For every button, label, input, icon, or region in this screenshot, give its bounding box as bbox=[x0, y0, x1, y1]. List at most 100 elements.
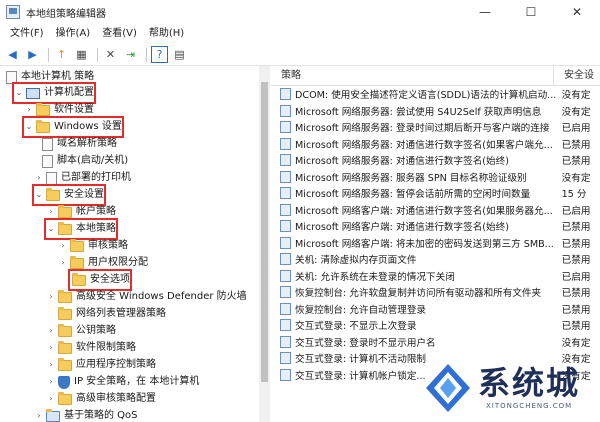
policy-icon bbox=[280, 368, 291, 381]
chevron-right-icon[interactable]: › bbox=[34, 407, 44, 422]
tree-item-security-settings[interactable]: ⌄ 安全设置 bbox=[32, 184, 106, 206]
printer-icon bbox=[46, 171, 57, 185]
export-icon[interactable]: ⇥ bbox=[122, 46, 139, 63]
folder-icon bbox=[58, 357, 72, 371]
chevron-right-icon[interactable]: › bbox=[58, 254, 68, 272]
help-icon[interactable]: ? bbox=[151, 46, 168, 63]
tree-item-windows-settings[interactable]: ⌄ Windows 设置 bbox=[22, 116, 124, 138]
chevron-right-icon[interactable]: › bbox=[46, 322, 56, 340]
chevron-right-icon[interactable]: › bbox=[24, 101, 34, 119]
policy-name: Microsoft 网络服务器: 服务器 SPN 目标名称验证级别 bbox=[295, 172, 527, 184]
tree-item-account-policy[interactable]: › 帐户策略 bbox=[46, 203, 116, 221]
policy-row[interactable]: Microsoft 网络客户端: 对通信进行数字签名(如果服务器允... 已启用 bbox=[271, 202, 600, 219]
tree-item-advanced-audit[interactable]: › 高级审核策略配置 bbox=[46, 390, 156, 408]
policy-row[interactable]: 恢复控制台: 允许自动管理登录 已禁用 bbox=[271, 301, 600, 318]
folder-icon bbox=[58, 204, 72, 218]
menu-help[interactable]: 帮助(H) bbox=[143, 24, 190, 44]
tree-item-ip-security[interactable]: › IP 安全策略，在 本地计算机 bbox=[46, 373, 199, 391]
tree-item-printers[interactable]: › 已部署的打印机 bbox=[34, 169, 131, 187]
folder-icon bbox=[46, 187, 60, 201]
tree-item-network-list[interactable]: 网络列表管理器策略 bbox=[46, 305, 166, 323]
chevron-right-icon[interactable]: › bbox=[46, 373, 56, 391]
tree-item-label: 高级安全 Windows Defender 防火墙 bbox=[76, 291, 247, 302]
policy-row[interactable]: Microsoft 网络客户端: 将未加密的密码发送到第三方 SMB... 已禁用 bbox=[271, 235, 600, 252]
chevron-right-icon[interactable]: › bbox=[46, 356, 56, 374]
tree-item-qos[interactable]: › 基于策略的 QoS bbox=[34, 407, 138, 422]
folder-icon bbox=[58, 340, 72, 354]
tree-item-dns-policy[interactable]: 域名解析策略 bbox=[40, 135, 117, 153]
policy-row[interactable]: Microsoft 网络服务器: 对通信进行数字签名(如果客户端允... 已禁用 bbox=[271, 136, 600, 153]
tree-item-user-rights[interactable]: › 用户权限分配 bbox=[58, 254, 148, 272]
policy-row[interactable]: Microsoft 网络客户端: 对通信进行数字签名(始终) 已禁用 bbox=[271, 218, 600, 235]
up-folder-icon[interactable]: ↑ bbox=[53, 46, 70, 63]
menu-action[interactable]: 操作(A) bbox=[50, 24, 97, 44]
toolbar-separator bbox=[146, 47, 147, 62]
chevron-down-icon[interactable]: ⌄ bbox=[24, 118, 34, 136]
delete-icon[interactable]: ✕ bbox=[102, 46, 119, 63]
tree-item-software-settings[interactable]: › 软件设置 bbox=[24, 101, 94, 119]
menu-bar: 文件(F) 操作(A) 查看(V) 帮助(H) bbox=[0, 24, 600, 44]
policy-row[interactable]: 关机: 清除虚拟内存页面文件 已禁用 bbox=[271, 251, 600, 268]
policy-row[interactable]: Microsoft 网络服务器: 暂停会话前所需的空闲时间数量 15 分 bbox=[271, 185, 600, 202]
chevron-right-icon[interactable]: › bbox=[34, 169, 44, 187]
close-button[interactable]: ✕ bbox=[554, 0, 600, 24]
forward-arrow-icon[interactable]: ▶ bbox=[24, 46, 41, 63]
column-setting[interactable]: 安全设 bbox=[554, 66, 600, 85]
computer-icon bbox=[26, 87, 40, 99]
tree-item-label: 基于策略的 QoS bbox=[64, 410, 138, 421]
maximize-button[interactable]: ☐ bbox=[508, 0, 554, 24]
tree-item-firewall[interactable]: › 高级安全 Windows Defender 防火墙 bbox=[46, 288, 247, 306]
chevron-right-icon[interactable]: › bbox=[46, 390, 56, 408]
chevron-right-icon[interactable]: › bbox=[46, 288, 56, 306]
tree-scrollbar[interactable] bbox=[259, 66, 270, 422]
policy-row[interactable]: 交互式登录: 登录时不显示用户名 没有定 bbox=[271, 334, 600, 351]
menu-file[interactable]: 文件(F) bbox=[4, 24, 50, 44]
chevron-right-icon[interactable]: › bbox=[58, 237, 68, 255]
watermark-subtext: XITONGCHENG.COM bbox=[486, 402, 573, 410]
policy-icon bbox=[280, 203, 291, 216]
chevron-right-icon[interactable]: › bbox=[46, 339, 56, 357]
chevron-right-icon[interactable]: › bbox=[46, 203, 56, 221]
policy-row[interactable]: 关机: 允许系统在未登录的情况下关闭 已启用 bbox=[271, 268, 600, 285]
policy-name: Microsoft 网络服务器: 对通信进行数字签名(如果客户端允... bbox=[295, 139, 553, 151]
tree-scrollbar-thumb[interactable] bbox=[261, 82, 268, 382]
policy-setting: 已禁用 bbox=[561, 238, 591, 250]
tree-item-security-options[interactable]: 安全选项 bbox=[68, 269, 132, 291]
back-arrow-icon[interactable]: ◀ bbox=[4, 46, 21, 63]
minimize-button[interactable]: — bbox=[462, 0, 508, 24]
menu-view[interactable]: 查看(V) bbox=[96, 24, 143, 44]
show-tree-icon[interactable]: ▦ bbox=[73, 46, 90, 63]
policy-row[interactable]: Microsoft 网络服务器: 尝试使用 S4U2Self 获取声明信息 没有定 bbox=[271, 103, 600, 120]
chevron-down-icon[interactable]: ⌄ bbox=[46, 220, 56, 238]
chevron-down-icon[interactable]: ⌄ bbox=[34, 186, 44, 204]
tree-item-public-key[interactable]: › 公钥策略 bbox=[46, 322, 116, 340]
policy-icon bbox=[280, 352, 291, 365]
folder-icon bbox=[58, 323, 72, 337]
policy-row[interactable]: Microsoft 网络服务器: 服务器 SPN 目标名称验证级别 没有定 bbox=[271, 169, 600, 186]
policy-icon bbox=[280, 121, 291, 134]
tree-item-software-restriction[interactable]: › 软件限制策略 bbox=[46, 339, 136, 357]
view-icon[interactable]: ▤ bbox=[171, 46, 188, 63]
folder-icon bbox=[70, 238, 84, 252]
policy-icon bbox=[280, 154, 291, 167]
tree-item-audit-policy[interactable]: › 审核策略 bbox=[58, 237, 128, 255]
tree-item-scripts[interactable]: 脚本(启动/关机) bbox=[40, 152, 128, 170]
folder-icon bbox=[58, 306, 72, 320]
policy-icon bbox=[280, 104, 291, 117]
tree-item-app-control[interactable]: › 应用程序控制策略 bbox=[46, 356, 156, 374]
window-title: 本地组策略编辑器 bbox=[26, 8, 106, 20]
policy-row[interactable]: Microsoft 网络服务器: 对通信进行数字签名(始终) 已禁用 bbox=[271, 152, 600, 169]
policy-icon bbox=[280, 253, 291, 266]
policy-icon bbox=[280, 88, 291, 101]
tree-item-computer-config[interactable]: ⌄ 计算机配置 bbox=[12, 82, 96, 104]
tree-item-local-policy[interactable]: ⌄ 本地策略 bbox=[44, 218, 118, 240]
policy-row[interactable]: 交互式登录: 不显示上次登录 已禁用 bbox=[271, 317, 600, 334]
chevron-down-icon[interactable]: ⌄ bbox=[14, 84, 24, 102]
policy-name: Microsoft 网络客户端: 对通信进行数字签名(始终) bbox=[295, 222, 509, 234]
policy-icon bbox=[280, 187, 291, 200]
column-policy[interactable]: 策略 bbox=[271, 66, 554, 85]
policy-icon bbox=[280, 335, 291, 348]
policy-row[interactable]: DCOM: 使用安全描述符定义语言(SDDL)语法的计算机启动... 没有定 bbox=[271, 86, 600, 103]
policy-row[interactable]: 恢复控制台: 允许软盘复制并访问所有驱动器和所有文件夹 已禁用 bbox=[271, 284, 600, 301]
policy-row[interactable]: Microsoft 网络服务器: 登录时间过期后断开与客户端的连接 已启用 bbox=[271, 119, 600, 136]
